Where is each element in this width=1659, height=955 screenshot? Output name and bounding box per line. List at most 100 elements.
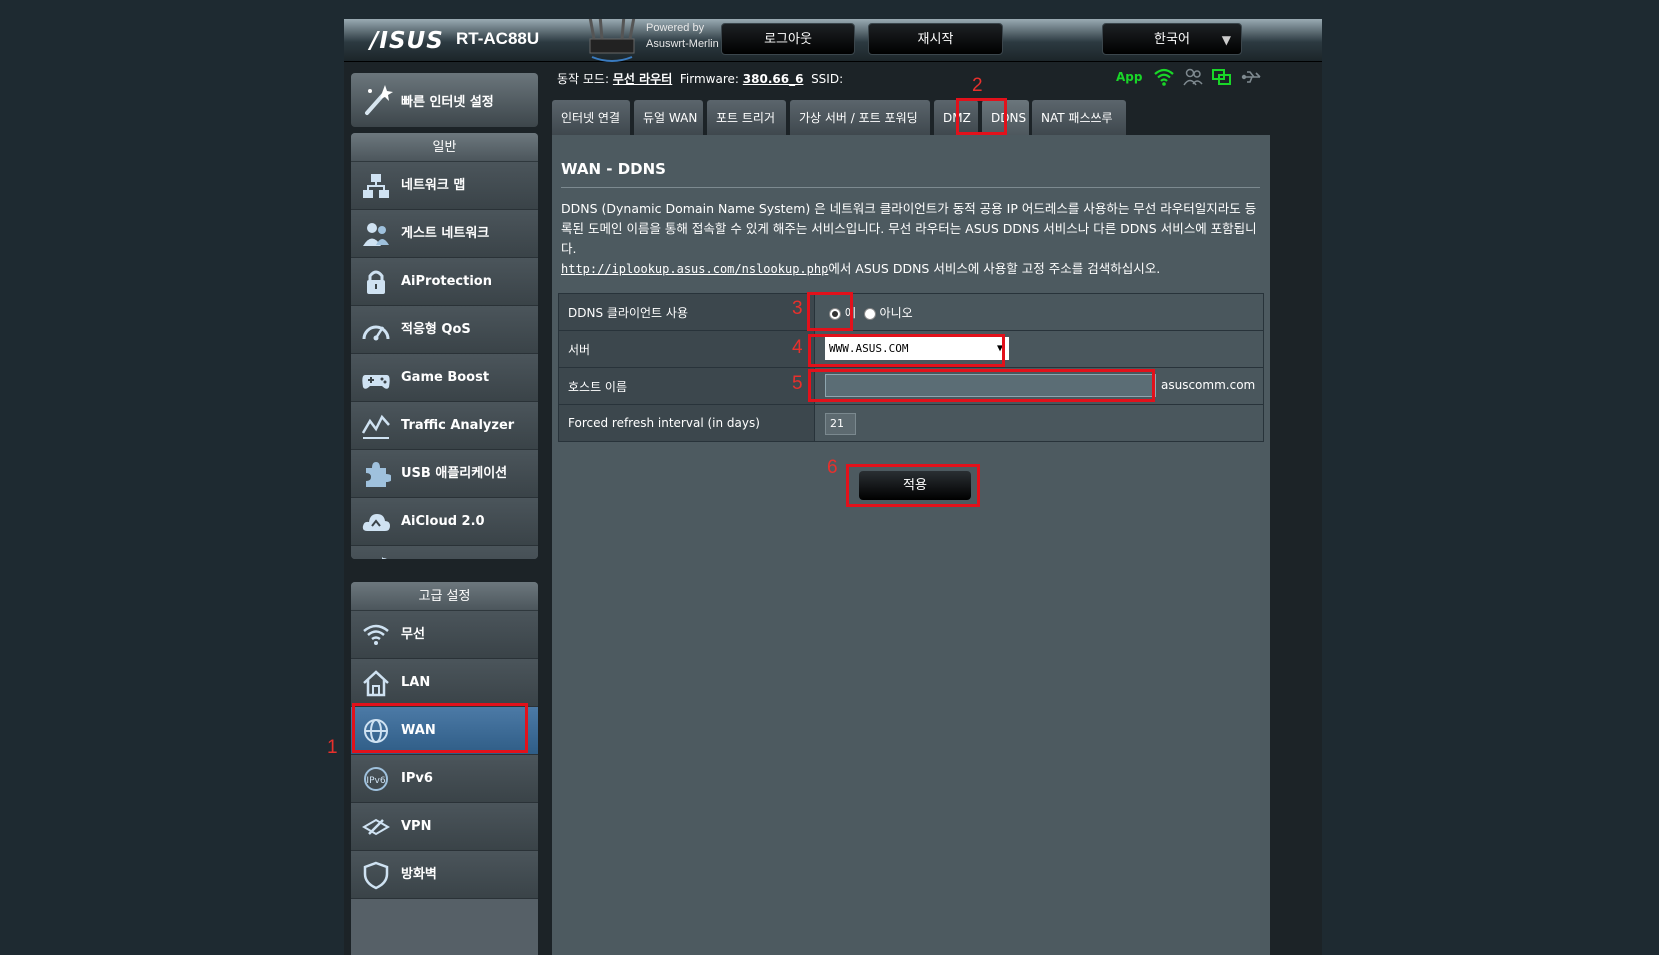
- sidebar-item-wan[interactable]: WAN: [351, 707, 538, 755]
- network-map-icon: [363, 174, 389, 198]
- iplookup-link[interactable]: http://iplookup.asus.com/nslookup.php: [561, 262, 828, 276]
- sidebar-general: 일반 네트워크 맵게스트 네트워크 AiProtection 적응형 QoS Game…: [351, 133, 538, 559]
- server-select-value: WWW.ASUS.COM: [829, 342, 909, 355]
- quick-internet-setup-button[interactable]: 빠른 인터넷 설정: [351, 73, 538, 127]
- description-text: DDNS (Dynamic Domain Name System) 은 네트워크…: [561, 201, 1257, 256]
- ddns-form: DDNS 클라이언트 사용 예 아니오 서버 WWW.ASUS.COM ▼ 호스…: [558, 293, 1264, 442]
- asus-logo: /ISUS: [370, 28, 444, 54]
- sidebar-item-label: Game Boost: [401, 370, 490, 385]
- logout-button[interactable]: 로그아웃: [721, 23, 855, 55]
- sidebar-item-label: WAN: [401, 723, 436, 738]
- router-admin-window: /ISUS RT-AC88U Powered by Asuswrt-Merlin…: [344, 19, 1322, 955]
- step-mark-6: 6: [827, 457, 838, 478]
- sidebar-item-game-boost[interactable]: Game Boost: [351, 354, 538, 402]
- clients-icon[interactable]: [1182, 67, 1204, 87]
- ssid-label: SSID:: [811, 72, 844, 86]
- ddns-no-label: 아니오: [879, 306, 913, 320]
- usb-icon[interactable]: [1240, 67, 1264, 87]
- hostname-row: 호스트 이름 asuscomm.com: [558, 367, 1264, 405]
- server-field: WWW.ASUS.COM ▼: [814, 330, 1264, 368]
- server-select[interactable]: WWW.ASUS.COM ▼: [825, 337, 1009, 360]
- magic-wand-icon: [365, 85, 393, 115]
- tab-1[interactable]: 인터넷 연결: [552, 100, 630, 136]
- sidebar-item-무선[interactable]: 무선: [351, 611, 538, 659]
- tab-4[interactable]: 가상 서버 / 포트 포워딩: [790, 100, 930, 136]
- sidebar-advanced: 고급 설정 무선 LAN WAN IPv6 IPv6 VPN 방화벽: [351, 582, 538, 955]
- router-icon: [588, 19, 636, 62]
- traffic-chart-icon: [361, 414, 390, 439]
- op-mode-link[interactable]: 무선 라우터: [613, 72, 672, 86]
- server-label: 서버: [558, 330, 815, 368]
- sidebar-item-aicloud-2-0[interactable]: AiCloud 2.0: [351, 498, 538, 546]
- powered-by: Powered by Asuswrt-Merlin: [646, 20, 719, 52]
- home-icon: [363, 670, 389, 697]
- step-mark-2: 2: [972, 75, 983, 96]
- powered-by-label: Powered by: [646, 22, 705, 34]
- sidebar-item-label: Traffic Analyzer: [401, 418, 515, 433]
- sidebar-item-ipv6[interactable]: IPv6 IPv6: [351, 755, 538, 803]
- refresh-interval-field: 21: [814, 404, 1264, 442]
- refresh-interval-row: Forced refresh interval (in days) 21: [558, 404, 1264, 442]
- language-dropdown[interactable]: 한국어 ▼: [1102, 23, 1242, 55]
- ddns-radio-group: 예 아니오: [829, 304, 913, 321]
- ddns-enable-field: 예 아니오: [814, 293, 1264, 331]
- sidebar-item-label: 게스트 네트워크: [401, 226, 490, 241]
- ipv6-icon: IPv6: [364, 767, 388, 791]
- sidebar-item-label: 적응형 QoS: [401, 322, 471, 337]
- reboot-button[interactable]: 재시작: [868, 23, 1003, 55]
- status-line: 동작 모드: 무선 라우터 Firmware: 380.66_6 SSID:: [557, 70, 843, 87]
- speedometer-icon: [362, 325, 390, 341]
- sidebar-item-네트워크-맵[interactable]: 네트워크 맵: [351, 162, 538, 210]
- sidebar-item-lan[interactable]: LAN: [351, 659, 538, 707]
- cloud-icon: [362, 514, 390, 531]
- svg-text:IPv6: IPv6: [366, 776, 385, 786]
- title-divider: [561, 187, 1260, 188]
- sidebar-advanced-header: 고급 설정: [351, 582, 538, 611]
- tab-2[interactable]: 듀얼 WAN: [634, 100, 703, 136]
- refresh-interval-label: Forced refresh interval (in days): [558, 404, 815, 442]
- sidebar-item-tools[interactable]: Tools: [351, 546, 538, 559]
- sidebar-item-traffic-analyzer[interactable]: Traffic Analyzer: [351, 402, 538, 450]
- network-icon[interactable]: [1211, 67, 1233, 87]
- wrench-icon: [382, 557, 387, 559]
- ddns-enable-label: DDNS 클라이언트 사용: [558, 293, 815, 331]
- page-description: DDNS (Dynamic Domain Name System) 은 네트워크…: [561, 199, 1263, 279]
- description-link-suffix: 에서 ASUS DDNS 서비스에 사용할 고정 주소를 검색하십시오.: [828, 261, 1161, 276]
- tab-3[interactable]: 포트 트리거: [707, 100, 786, 136]
- quick-setup-label: 빠른 인터넷 설정: [401, 95, 494, 110]
- language-label: 한국어: [1154, 32, 1190, 47]
- tab-6[interactable]: DDNS: [982, 100, 1029, 136]
- sidebar-item-usb-애플리케이션[interactable]: USB 애플리케이션: [351, 450, 538, 498]
- sidebar-item-label: VPN: [401, 819, 432, 834]
- vpn-icon: [362, 818, 390, 836]
- sidebar-item-게스트-네트워크[interactable]: 게스트 네트워크: [351, 210, 538, 258]
- app-label[interactable]: App: [1116, 70, 1142, 84]
- top-bar: /ISUS RT-AC88U Powered by Asuswrt-Merlin…: [344, 19, 1322, 62]
- ddns-enable-row: DDNS 클라이언트 사용 예 아니오: [558, 293, 1264, 331]
- hostname-input[interactable]: [825, 374, 1156, 397]
- tab-7[interactable]: NAT 패스쓰루: [1032, 100, 1126, 136]
- step-mark-4: 4: [792, 337, 803, 358]
- guest-network-icon: [363, 223, 389, 246]
- globe-icon: [364, 719, 388, 743]
- firmware-version-link[interactable]: 380.66_6: [743, 72, 804, 86]
- tab-5[interactable]: DMZ: [934, 100, 978, 136]
- sidebar-item-label: 네트워크 맵: [401, 178, 466, 193]
- page-title: WAN - DDNS: [561, 160, 666, 178]
- chevron-down-icon: ▼: [1221, 33, 1231, 47]
- sidebar-item-label: AiProtection: [401, 274, 492, 289]
- chevron-down-icon: ▼: [996, 343, 1003, 354]
- gamepad-icon: [362, 375, 390, 389]
- ddns-no-radio[interactable]: [863, 307, 876, 320]
- sidebar-item-방화벽[interactable]: 방화벽: [351, 851, 538, 899]
- sidebar-item-aiprotection[interactable]: AiProtection: [351, 258, 538, 306]
- sidebar-general-header: 일반: [351, 133, 538, 162]
- refresh-interval-input[interactable]: 21: [825, 413, 856, 435]
- wifi-icon[interactable]: [1153, 67, 1175, 87]
- apply-button[interactable]: 적용: [859, 471, 971, 500]
- sidebar-item-적응형-qos[interactable]: 적응형 QoS: [351, 306, 538, 354]
- server-row: 서버 WWW.ASUS.COM ▼: [558, 330, 1264, 368]
- sidebar-item-vpn[interactable]: VPN: [351, 803, 538, 851]
- ddns-yes-radio[interactable]: [829, 307, 841, 320]
- step-mark-3: 3: [792, 298, 803, 319]
